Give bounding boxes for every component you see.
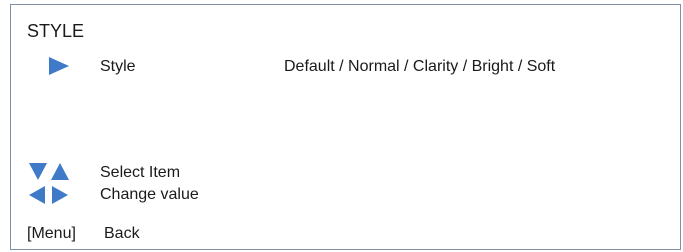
back-legend: Back xyxy=(104,225,140,242)
triangle-up-icon xyxy=(51,163,69,180)
triangle-down-icon xyxy=(29,163,47,180)
selected-item-arrow-icon xyxy=(49,57,69,75)
change-value-legend: Change value xyxy=(100,186,199,203)
osd-menu-frame xyxy=(10,4,681,250)
triangle-right-icon xyxy=(52,186,68,204)
select-item-legend: Select Item xyxy=(100,164,181,181)
style-item-options[interactable]: Default / Normal / Clarity / Bright / So… xyxy=(284,57,555,77)
style-item-label[interactable]: Style xyxy=(100,57,136,77)
menu-key-label: [Menu] xyxy=(27,225,76,242)
menu-title: STYLE xyxy=(27,21,85,41)
triangle-left-icon xyxy=(29,186,45,204)
